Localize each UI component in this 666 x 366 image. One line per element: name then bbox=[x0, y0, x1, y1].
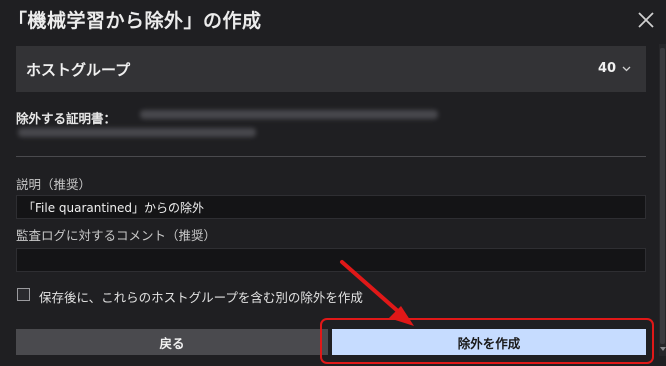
audit-comment-label: 監査ログに対するコメント（推奨） bbox=[16, 228, 217, 243]
host-group-label: ホストグループ bbox=[26, 61, 131, 79]
host-group-selector[interactable]: ホストグループ 40 bbox=[16, 46, 646, 92]
close-icon[interactable] bbox=[636, 10, 656, 30]
dialog-title: 「機械学習から除外」の作成 bbox=[8, 10, 262, 32]
chevron-down-icon[interactable] bbox=[622, 64, 631, 73]
description-input[interactable] bbox=[16, 195, 646, 219]
audit-comment-input[interactable] bbox=[16, 248, 646, 272]
certificate-label: 除外する証明書： bbox=[16, 111, 117, 126]
scroll-down-icon[interactable] bbox=[660, 346, 666, 352]
create-another-checkbox[interactable] bbox=[17, 288, 30, 301]
section-divider bbox=[16, 156, 646, 157]
back-button[interactable]: 戻る bbox=[16, 329, 328, 355]
scrollbar-thumb[interactable] bbox=[660, 48, 665, 344]
host-group-count: 40 bbox=[598, 61, 617, 76]
redacted-certificate-line-1 bbox=[140, 110, 438, 119]
create-exclusion-dialog: 「機械学習から除外」の作成 ホストグループ 40 除外する証明書： 説明（推奨）… bbox=[0, 0, 666, 366]
description-label: 説明（推奨） bbox=[16, 177, 92, 192]
create-exclusion-button[interactable]: 除外を作成 bbox=[332, 329, 646, 355]
redacted-certificate-line-2 bbox=[18, 128, 256, 137]
create-another-label: 保存後に、これらのホストグループを含む別の除外を作成 bbox=[39, 290, 363, 305]
